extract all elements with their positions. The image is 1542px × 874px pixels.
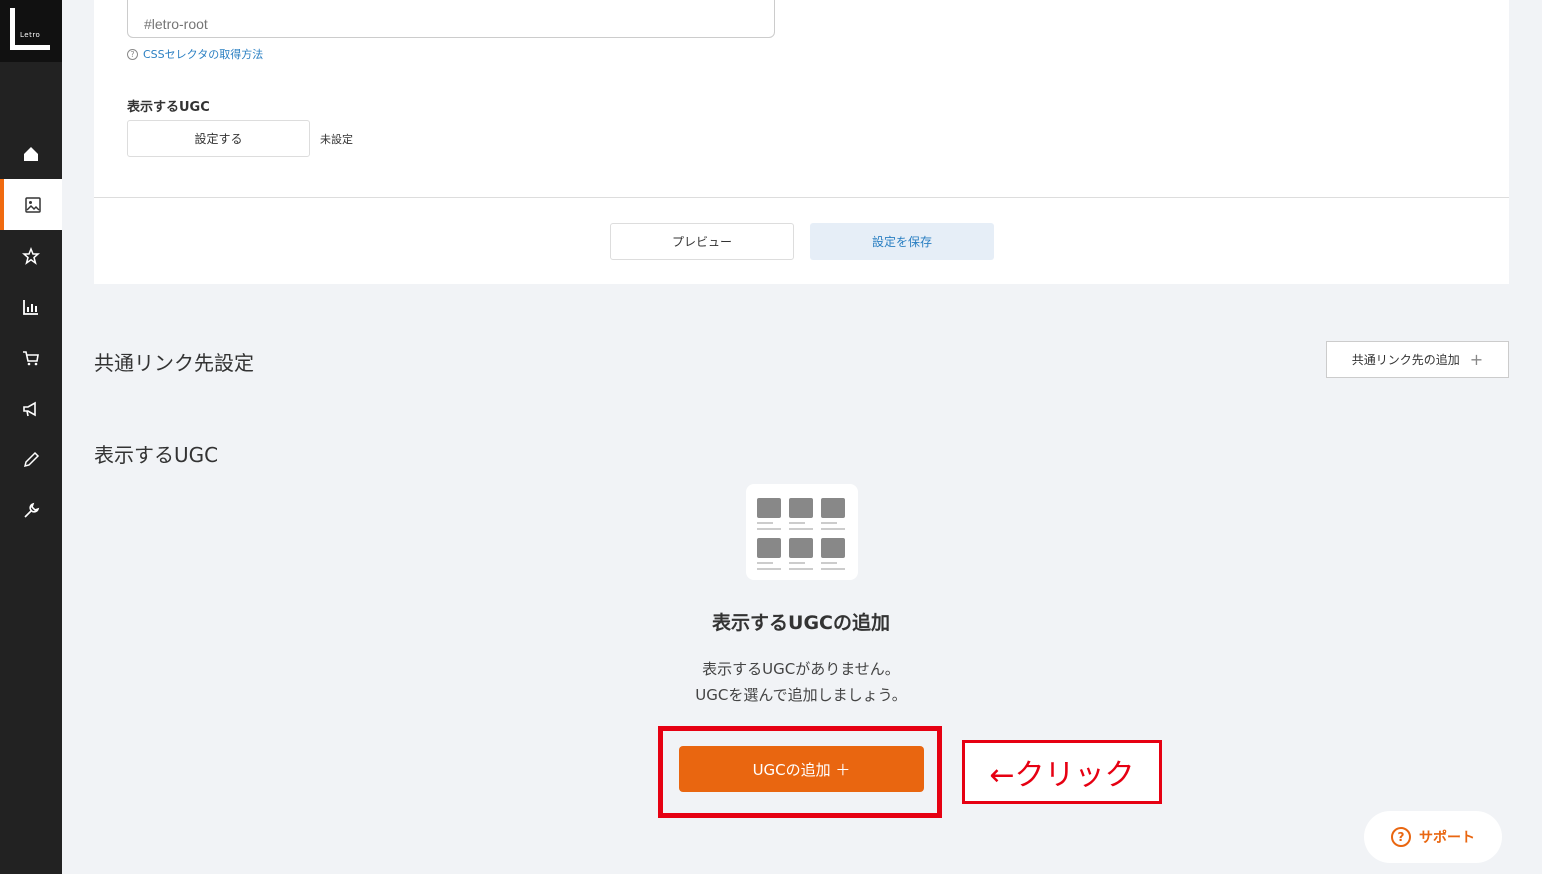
logo-mark — [10, 8, 15, 50]
plus-icon: + — [1469, 350, 1484, 369]
empty-state-line-2: UGCを選んで追加しましょう。 — [695, 686, 907, 704]
support-button[interactable]: ? サポート — [1364, 811, 1502, 863]
help-circle-icon: ? — [1391, 827, 1411, 847]
pencil-icon — [23, 451, 40, 467]
question-icon: ? — [127, 48, 138, 60]
sidebar: Letro — [0, 0, 62, 874]
add-shared-link-label: 共通リンク先の追加 — [1351, 353, 1460, 367]
ugc-status: 未設定 — [320, 133, 353, 146]
empty-state-description: 表示するUGCがありません。 UGCを選んで追加しましょう。 — [0, 656, 1542, 708]
sidebar-item-edit[interactable] — [0, 434, 62, 485]
star-icon — [22, 246, 40, 265]
display-ugc-label: 表示するUGC — [127, 100, 210, 115]
logo-mark-base — [10, 45, 50, 50]
sidebar-item-home[interactable] — [0, 128, 62, 179]
home-icon — [24, 146, 38, 161]
sidebar-item-campaign[interactable] — [0, 383, 62, 434]
add-shared-link-button[interactable]: 共通リンク先の追加 + — [1326, 341, 1509, 378]
chart-icon — [23, 299, 38, 315]
megaphone-icon — [23, 401, 36, 416]
save-settings-button[interactable]: 設定を保存 — [810, 223, 994, 260]
divider — [94, 197, 1509, 198]
preview-button[interactable]: プレビュー — [610, 223, 794, 260]
css-help-link-text: CSSセレクタの取得方法 — [143, 48, 264, 61]
sidebar-item-settings[interactable] — [0, 485, 62, 536]
empty-state-title: 表示するUGCの追加 — [712, 612, 890, 634]
logo-text: Letro — [20, 31, 41, 39]
ugc-section-title: 表示するUGC — [94, 443, 219, 467]
set-ugc-button[interactable]: 設定する — [127, 120, 310, 157]
css-selector-input[interactable] — [127, 0, 775, 38]
image-icon — [25, 196, 41, 213]
sidebar-item-ugc[interactable] — [0, 179, 62, 230]
wrench-icon — [24, 502, 40, 518]
ugc-grid-illustration-icon — [746, 484, 858, 580]
cart-icon — [23, 350, 39, 365]
css-help-link[interactable]: ? CSSセレクタの取得方法 — [127, 46, 263, 62]
annotation-click-label: ←クリック — [962, 740, 1162, 804]
shared-link-title: 共通リンク先設定 — [94, 351, 254, 375]
logo[interactable]: Letro — [0, 0, 62, 62]
sidebar-item-shop[interactable] — [0, 332, 62, 383]
empty-state-line-1: 表示するUGCがありません。 — [702, 660, 900, 678]
sidebar-item-favorites[interactable] — [0, 230, 62, 281]
add-ugc-button[interactable]: UGCの追加 ＋ — [679, 746, 924, 792]
sidebar-item-analytics[interactable] — [0, 281, 62, 332]
support-label: サポート — [1419, 830, 1475, 846]
